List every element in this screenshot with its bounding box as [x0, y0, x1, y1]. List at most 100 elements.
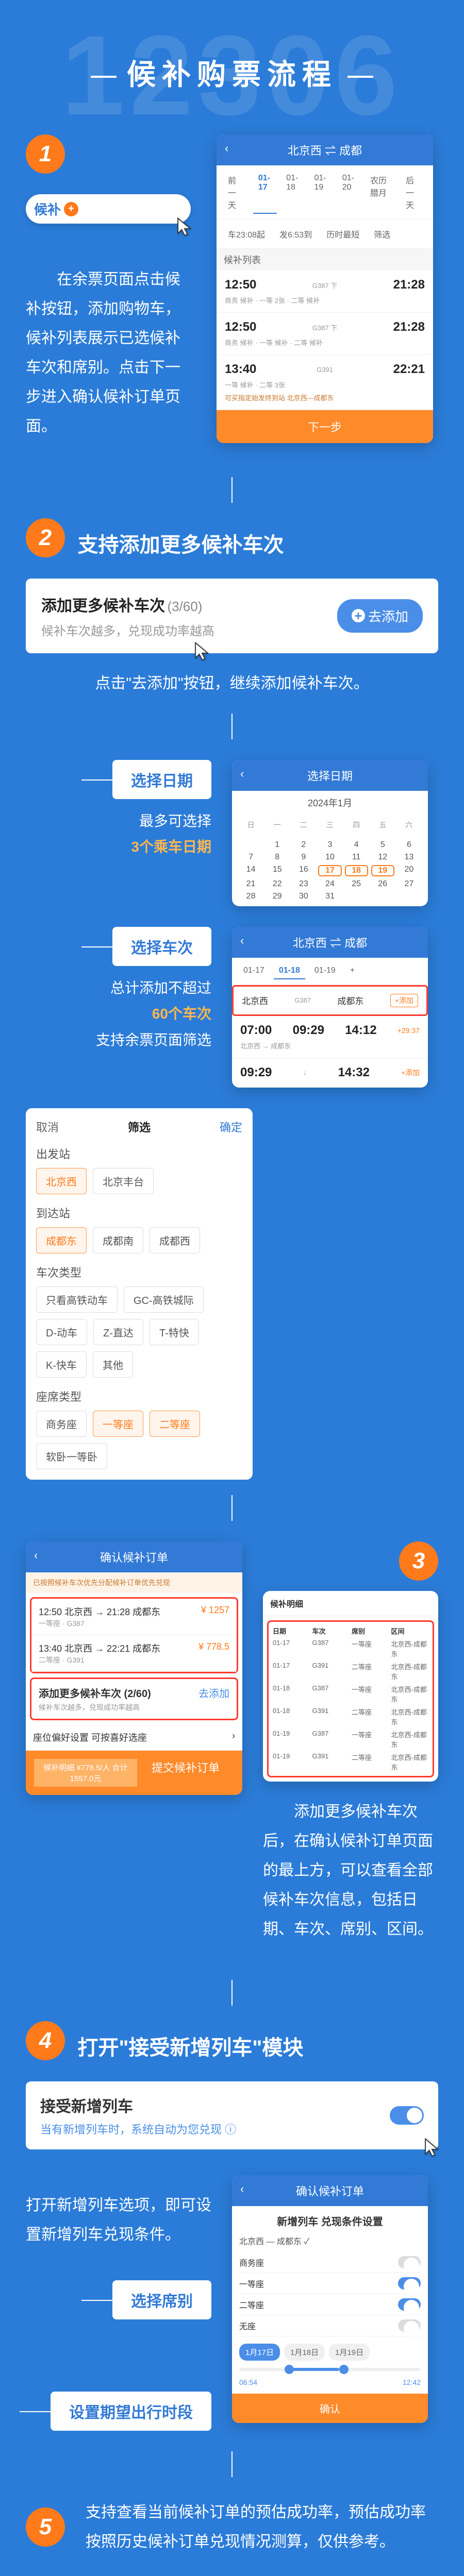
calendar-day[interactable]: 14: [239, 865, 262, 876]
calendar-day[interactable]: 28: [239, 892, 262, 901]
select-seat-label: 选择席别: [112, 2280, 211, 2319]
calendar-day[interactable]: 30: [292, 892, 315, 901]
calendar-day[interactable]: 2: [292, 840, 315, 850]
phone-header: ‹确认候补订单: [232, 2175, 428, 2206]
calendar-day[interactable]: 26: [371, 879, 394, 889]
calendar-day[interactable]: 15: [266, 865, 289, 876]
filter-chip[interactable]: D-动车: [36, 1319, 87, 1345]
date-tabs[interactable]: 前一天01-1701-1801-1901-20农历腊月后一天: [217, 165, 433, 219]
back-icon[interactable]: ‹: [240, 934, 244, 947]
train-item[interactable]: 13:40G39122:21一等 候补 · 二等 3张可买指定始发终到站 北京西…: [217, 355, 433, 410]
confirm-button[interactable]: 确定: [220, 1118, 242, 1135]
calendar-day[interactable]: 19: [371, 865, 394, 876]
back-icon[interactable]: ‹: [225, 142, 228, 155]
go-add-link[interactable]: 去添加: [198, 1685, 229, 1700]
seat-option[interactable]: 无座: [239, 2315, 421, 2336]
calendar-day[interactable]: 16: [292, 865, 315, 876]
filter-chip[interactable]: 成都东: [36, 1227, 87, 1253]
calendar-day[interactable]: 23: [292, 879, 315, 889]
select-train-row: 选择车次 总计添加不超过60个车次支持余票页面筛选 ‹北京西 ⇌ 成都 01-1…: [26, 927, 438, 1088]
date-chip[interactable]: 1月18日: [284, 2344, 325, 2361]
filter-chip[interactable]: 北京丰台: [93, 1168, 154, 1194]
sort-tabs[interactable]: 车23:08起发6:53到历时最短筛选: [217, 219, 433, 249]
filter-chip[interactable]: 其他: [93, 1351, 133, 1378]
select-date-label: 选择日期: [112, 760, 211, 799]
seat-chips[interactable]: 商务座一等座二等座软卧一等卧: [36, 1411, 242, 1469]
date-chip[interactable]: 1月17日: [239, 2344, 280, 2361]
cancel-button[interactable]: 取消: [36, 1118, 59, 1135]
date-tabs[interactable]: 1月17日1月18日1月19日: [239, 2344, 421, 2361]
filter-chip[interactable]: 成都西: [150, 1227, 200, 1253]
seat-option[interactable]: 商务座: [239, 2252, 421, 2273]
calendar-day[interactable]: 4: [345, 840, 368, 850]
step1-text: 在余票页面点击候补按钮，添加购物车，候补列表展示已选候补车次和席别。点击下一步进…: [26, 265, 191, 441]
calendar-day[interactable]: 27: [397, 879, 421, 889]
filter-chip[interactable]: 成都南: [93, 1227, 143, 1253]
calendar-day[interactable]: 22: [266, 879, 289, 889]
train-item[interactable]: 07:0009:2914:12+29:37 北京西 → 成都东: [232, 1016, 428, 1058]
calendar-day[interactable]: 31: [318, 892, 341, 901]
submit-button[interactable]: 提交候补订单: [137, 1759, 234, 1787]
seat-option[interactable]: 一等座: [239, 2273, 421, 2294]
calendar-day[interactable]: 1: [266, 840, 289, 850]
filter-chip[interactable]: 软卧一等卧: [36, 1443, 107, 1469]
filter-chip[interactable]: Z-直达: [93, 1319, 143, 1345]
train-item[interactable]: 12:50G387 下21:28商务 候补 · 一等 候补 · 二等 候补: [217, 313, 433, 355]
train-select-phone: ‹北京西 ⇌ 成都 01-1701-1801-19+ 北京西G387成都东+添加…: [232, 927, 428, 1088]
step3-phone: ‹确认候补订单 已按照候补车次优先分配候补订单优先兑现 12:50 北京西 → …: [26, 1541, 242, 1795]
calendar-day[interactable]: 25: [345, 879, 368, 889]
go-add-button[interactable]: + 去添加: [337, 599, 423, 633]
cursor-icon: [191, 641, 213, 664]
calendar-day[interactable]: 7: [239, 853, 262, 862]
calendar-day[interactable]: 8: [266, 853, 289, 862]
back-icon[interactable]: ‹: [240, 767, 244, 781]
calendar-day[interactable]: 13: [397, 853, 421, 862]
filter-chip[interactable]: K-快车: [36, 1351, 87, 1378]
filter-chip[interactable]: 北京西: [36, 1168, 87, 1194]
to-chips[interactable]: 成都东成都南成都西: [36, 1227, 242, 1253]
back-icon[interactable]: ‹: [240, 2182, 244, 2196]
add-tag[interactable]: +添加: [390, 994, 418, 1007]
date-tabs[interactable]: 01-1701-1801-19+: [232, 958, 428, 985]
train-item[interactable]: 09:29↓14:32+添加: [232, 1058, 428, 1088]
train-item[interactable]: 12:50G387 下21:28商务 候补 · 一等 2张 · 二等 候补: [217, 270, 433, 313]
houbu-callout-button[interactable]: 候补 +: [26, 194, 191, 224]
connector-line: [231, 477, 233, 503]
filter-chip[interactable]: 一等座: [93, 1411, 143, 1437]
step5-header: 5 支持查看当前候补订单的预估成功率，预估成功率按照历史候补订单兑现情况测算，仅…: [26, 2498, 438, 2556]
filter-chip[interactable]: T-特快: [150, 1319, 199, 1345]
calendar-day[interactable]: 5: [371, 840, 394, 850]
from-chips[interactable]: 北京西北京丰台: [36, 1168, 242, 1194]
seat-pref-row[interactable]: 座位偏好设置 可按喜好选座›: [26, 1724, 242, 1751]
back-icon[interactable]: ‹: [34, 1549, 38, 1562]
calendar-day[interactable]: 6: [397, 840, 421, 850]
date-chip[interactable]: 1月19日: [329, 2344, 370, 2361]
seat-option[interactable]: 二等座: [239, 2294, 421, 2315]
filter-chip[interactable]: 商务座: [36, 1411, 87, 1437]
filter-chip[interactable]: GC-高铁城际: [124, 1286, 204, 1313]
calendar-day[interactable]: 29: [266, 892, 289, 901]
filter-chip[interactable]: 二等座: [150, 1411, 200, 1437]
calendar-day[interactable]: 9: [292, 853, 315, 862]
box-title: 新增列车 兑现条件设置: [239, 2213, 421, 2228]
calendar-day[interactable]: 20: [397, 865, 421, 876]
calendar-day[interactable]: 17: [318, 865, 341, 876]
calendar-day[interactable]: 24: [318, 879, 341, 889]
confirm-button[interactable]: 确认: [232, 2394, 428, 2423]
train-item-highlighted[interactable]: 北京西G387成都东+添加: [232, 985, 428, 1016]
filter-chip[interactable]: 只看高铁动车: [36, 1286, 118, 1313]
calendar-day[interactable]: 21: [239, 879, 262, 889]
toggle-switch[interactable]: [390, 2106, 424, 2125]
calendar-day[interactable]: 3: [318, 840, 341, 850]
submit-info: 候补明细 ¥778.5/人 合计 1557.0元: [34, 1759, 137, 1787]
side-title: 候补明细: [263, 1591, 438, 1616]
calendar-day[interactable]: 12: [371, 853, 394, 862]
time-slider[interactable]: [239, 2368, 421, 2371]
next-button[interactable]: 下一步: [217, 410, 433, 443]
calendar-grid[interactable]: 1234567891011121314151617181920212223242…: [232, 835, 428, 906]
toggle-subtitle: 当有新增列车时，系统自动为您兑现 ⓘ: [40, 2121, 390, 2137]
calendar-day[interactable]: 11: [345, 853, 368, 862]
calendar-day[interactable]: 10: [318, 853, 341, 862]
calendar-day[interactable]: 18: [345, 865, 368, 876]
type-chips[interactable]: 只看高铁动车GC-高铁城际 D-动车Z-直达 T-特快 K-快车其他: [36, 1286, 242, 1378]
